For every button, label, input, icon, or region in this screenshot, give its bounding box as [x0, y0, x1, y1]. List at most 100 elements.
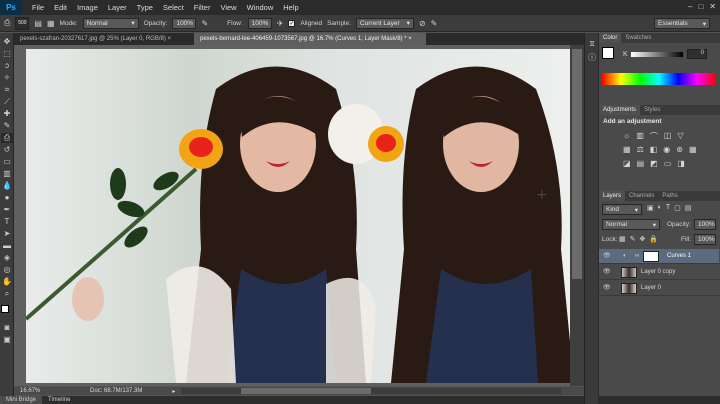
exposure-icon[interactable]: ◫	[664, 131, 672, 142]
menu-edit[interactable]: Edit	[54, 3, 67, 12]
type-filter-icon[interactable]: T	[666, 204, 670, 212]
tab-document-1[interactable]: pexels-szafran-20327617.jpg @ 25% (Layer…	[14, 33, 194, 45]
flow-field[interactable]: 100%	[247, 17, 272, 29]
lock-pixels-icon[interactable]: ✎	[630, 235, 636, 243]
eraser-tool-icon[interactable]: ▭	[1, 157, 13, 167]
tab-document-2[interactable]: pexels-bernard-lee-406459-1073567.jpg @ …	[194, 33, 426, 45]
blend-mode-dropdown[interactable]: Normal ▾	[602, 219, 660, 230]
maximize-button[interactable]: □	[698, 2, 703, 11]
layer-thumbnail[interactable]	[621, 283, 637, 294]
workspace-switcher[interactable]: Essentials ▾	[654, 18, 710, 29]
ignore-adjustment-layers-icon[interactable]: ⊘	[419, 19, 426, 28]
selective-color-icon[interactable]: ◨	[677, 159, 685, 168]
aligned-checkbox[interactable]: ✓	[288, 19, 296, 27]
layer-opacity-field[interactable]: 100%	[694, 219, 716, 230]
menu-file[interactable]: File	[32, 3, 44, 12]
blur-tool-icon[interactable]: 💧	[1, 181, 13, 191]
adjustment-filter-icon[interactable]: ◐	[658, 204, 662, 212]
shape-filter-icon[interactable]: ▢	[674, 204, 681, 212]
close-button[interactable]: ✕	[709, 2, 716, 11]
menu-image[interactable]: Image	[77, 3, 98, 12]
menu-layer[interactable]: Layer	[108, 3, 127, 12]
color-balance-icon[interactable]: ⚖	[637, 145, 644, 154]
shape-tool-icon[interactable]: ▬	[1, 241, 13, 251]
layer-row-layer-0-copy[interactable]: 👁 Layer 0 copy	[599, 265, 719, 280]
tab-adjustments[interactable]: Adjustments	[599, 105, 641, 115]
document-image[interactable]: +	[24, 49, 570, 383]
quick-mask-icon[interactable]: ◙	[1, 323, 13, 333]
tab-layers[interactable]: Layers	[599, 191, 626, 201]
clone-stamp-tool-icon[interactable]: ⎙	[1, 133, 13, 143]
3d-camera-tool-icon[interactable]: ◎	[1, 265, 13, 275]
mode-dropdown[interactable]: Normal ▾	[82, 17, 139, 29]
brightness-contrast-icon[interactable]: ☼	[623, 131, 630, 142]
hand-tool-icon[interactable]: ✋	[1, 277, 13, 287]
move-tool-icon[interactable]: ✥	[1, 37, 13, 47]
foreground-color-swatch[interactable]	[602, 47, 614, 59]
channel-mixer-icon[interactable]: ⊛	[676, 145, 683, 154]
pixel-filter-icon[interactable]: ▣	[647, 204, 654, 212]
lock-transparent-icon[interactable]: ▦	[619, 235, 626, 243]
threshold-icon[interactable]: ◩	[650, 159, 658, 168]
minimize-button[interactable]: –	[688, 2, 692, 11]
healing-brush-tool-icon[interactable]: ✚	[1, 109, 13, 119]
fill-field[interactable]: 100%	[694, 234, 716, 245]
properties-panel-icon[interactable]: ⓘ	[586, 53, 598, 63]
menu-select[interactable]: Select	[163, 3, 184, 12]
color-spectrum[interactable]	[602, 73, 716, 85]
black-white-icon[interactable]: ◧	[650, 145, 658, 154]
menu-type[interactable]: Type	[137, 3, 153, 12]
layer-filter-dropdown[interactable]: Kind ▾	[602, 204, 642, 215]
layer-mask-thumbnail[interactable]	[643, 251, 659, 262]
pen-tool-icon[interactable]: ✒	[1, 205, 13, 215]
eye-icon[interactable]: 👁	[603, 265, 611, 280]
tab-swatches[interactable]: Swatches	[621, 33, 655, 43]
path-select-tool-icon[interactable]: ➤	[1, 229, 13, 239]
history-brush-tool-icon[interactable]: ↺	[1, 145, 13, 155]
zoom-level[interactable]: 16.67%	[14, 388, 70, 394]
gradient-map-icon[interactable]: ▭	[664, 159, 672, 168]
brush-tool-icon[interactable]: ✎	[1, 121, 13, 131]
menu-filter[interactable]: Filter	[194, 3, 211, 12]
tab-mini-bridge[interactable]: Mini Bridge	[0, 396, 43, 404]
gradient-tool-icon[interactable]: ▥	[1, 169, 13, 179]
k-value-field[interactable]: 0	[687, 49, 707, 59]
menu-help[interactable]: Help	[283, 3, 298, 12]
layer-thumbnail[interactable]	[621, 267, 637, 278]
k-slider[interactable]	[631, 52, 683, 57]
tablet-pressure-size-icon[interactable]: ✎	[431, 19, 438, 28]
scroll-thumb[interactable]	[572, 49, 582, 279]
history-panel-icon[interactable]: ⧖	[586, 39, 598, 49]
tablet-pressure-opacity-icon[interactable]: ✎	[201, 19, 208, 28]
tab-paths[interactable]: Paths	[658, 191, 681, 201]
menu-window[interactable]: Window	[247, 3, 274, 12]
airbrush-icon[interactable]: ✈	[277, 19, 284, 28]
3d-tool-icon[interactable]: ◈	[1, 253, 13, 263]
brush-panel-icon[interactable]: ▤	[34, 19, 42, 28]
type-tool-icon[interactable]: T	[1, 217, 13, 227]
clone-source-icon[interactable]: ▦	[47, 19, 55, 28]
photo-filter-icon[interactable]: ◉	[663, 145, 670, 154]
clone-stamp-tool-icon[interactable]: ⎙	[4, 18, 10, 28]
invert-icon[interactable]: ◪	[623, 159, 631, 168]
color-lookup-icon[interactable]: ▦	[689, 145, 697, 154]
marquee-tool-icon[interactable]: ⬚	[1, 49, 13, 59]
brush-preset-picker[interactable]: 500	[15, 16, 30, 30]
layer-row-curves[interactable]: 👁 ◐ ∞ Curves 1	[599, 249, 719, 264]
dodge-tool-icon[interactable]: ●	[1, 193, 13, 203]
document-size[interactable]: Doc: 68.7M/137.3M	[90, 388, 142, 394]
foreground-color-swatch[interactable]	[1, 305, 9, 313]
eye-icon[interactable]: 👁	[603, 281, 611, 296]
opacity-field[interactable]: 100%	[172, 17, 197, 29]
vertical-scrollbar[interactable]	[570, 45, 584, 386]
zoom-tool-icon[interactable]: ⌕	[1, 289, 13, 299]
screen-mode-icon[interactable]: ▣	[1, 335, 13, 345]
tab-channels[interactable]: Channels	[625, 191, 658, 201]
levels-icon[interactable]: ▥	[636, 131, 644, 142]
tab-timeline[interactable]: Timeline	[42, 396, 76, 404]
lasso-tool-icon[interactable]: ↄ	[1, 61, 13, 71]
lock-all-icon[interactable]: 🔒	[649, 235, 658, 243]
tab-color[interactable]: Color	[599, 33, 622, 43]
vibrance-icon[interactable]: ▽	[677, 131, 683, 142]
crop-tool-icon[interactable]: ⌗	[1, 85, 13, 95]
